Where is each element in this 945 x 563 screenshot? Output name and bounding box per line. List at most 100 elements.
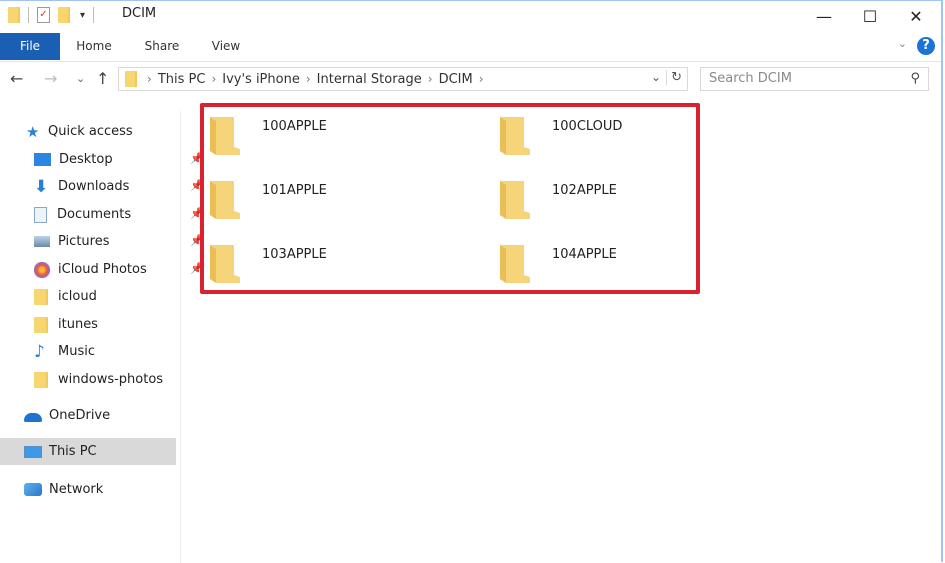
sidebar-item-icloud[interactable]: icloud [0, 283, 210, 310]
file-list: 100APPLE 100CLOUD 101APPLE 102APPLE 103A… [182, 97, 939, 562]
folder-icon [500, 117, 530, 155]
sidebar-item-label: Pictures [58, 234, 110, 249]
download-icon: ⬇ [34, 176, 49, 197]
folder-icon [8, 7, 20, 23]
properties-icon[interactable]: ✓ [37, 7, 50, 23]
navigation-pane: ★ Quick access Desktop 📌 ⬇ Downloads 📌 D… [0, 111, 204, 563]
forward-button[interactable]: → [44, 69, 57, 88]
sidebar-item-icloud-photos[interactable]: iCloud Photos 📌 [0, 256, 210, 283]
sidebar-item-label: This PC [49, 444, 97, 459]
search-icon[interactable]: ⚲ [910, 68, 920, 90]
folder-icon [210, 117, 240, 155]
sidebar-item-network[interactable]: Network [0, 476, 200, 503]
quick-access-toolbar: ✓ ▾ [8, 7, 102, 23]
ribbon: File Home Share View ⌄ ? [0, 33, 941, 62]
sidebar-item-label: Music [58, 344, 95, 359]
folder-item[interactable]: 103APPLE [210, 243, 480, 293]
documents-icon [34, 206, 47, 223]
sidebar-item-label: windows-photos [58, 372, 164, 387]
sidebar-item-itunes[interactable]: itunes [0, 311, 210, 338]
folder-icon [34, 371, 48, 388]
breadcrumb-iphone[interactable]: Ivy's iPhone [222, 72, 300, 87]
chevron-right-icon[interactable]: › [147, 72, 152, 86]
expand-ribbon-icon[interactable]: ⌄ [898, 37, 907, 50]
up-button[interactable]: ↑ [96, 69, 109, 88]
back-button[interactable]: ← [10, 69, 23, 88]
navigation-bar: ← → ⌄ ↑ › This PC › Ivy's iPhone › Inter… [0, 63, 941, 97]
chevron-right-icon[interactable]: › [428, 72, 433, 86]
new-folder-icon[interactable] [58, 7, 70, 23]
folder-item[interactable]: 100CLOUD [500, 115, 770, 165]
sidebar-item-label: itunes [58, 317, 98, 332]
folder-name: 101APPLE [262, 183, 327, 198]
this-pc-icon [24, 445, 42, 458]
folder-item[interactable]: 102APPLE [500, 179, 770, 229]
tab-home[interactable]: Home [68, 33, 120, 60]
sidebar-item-label: iCloud Photos [58, 262, 147, 277]
sidebar-item-label: Downloads [58, 179, 130, 194]
title-bar: ✓ ▾ DCIM — ☐ ✕ [0, 1, 941, 31]
tab-file[interactable]: File [0, 33, 60, 60]
sidebar-item-music[interactable]: ♪ Music [0, 338, 210, 365]
chevron-right-icon[interactable]: › [479, 72, 484, 86]
folder-icon [34, 316, 48, 333]
folder-name: 100CLOUD [552, 119, 623, 134]
sidebar-item-onedrive[interactable]: OneDrive [0, 402, 200, 429]
folder-item[interactable]: 104APPLE [500, 243, 770, 293]
separator [28, 7, 29, 23]
folder-name: 102APPLE [552, 183, 617, 198]
desktop-icon [34, 153, 51, 166]
tab-share[interactable]: Share [136, 33, 188, 60]
sidebar-item-desktop[interactable]: Desktop 📌 [0, 146, 210, 173]
network-icon [24, 483, 42, 496]
explorer-window: ✓ ▾ DCIM — ☐ ✕ File Home Share View ⌄ ? … [0, 0, 943, 563]
music-icon: ♪ [34, 341, 45, 362]
folder-name: 100APPLE [262, 119, 327, 134]
icloud-photos-icon [34, 261, 50, 278]
chevron-right-icon[interactable]: › [211, 72, 216, 86]
minimize-button[interactable]: — [801, 1, 847, 31]
folder-icon [125, 71, 137, 87]
customize-toolbar-icon[interactable]: ▾ [80, 10, 85, 21]
sidebar-item-pictures[interactable]: Pictures 📌 [0, 228, 210, 255]
sidebar-item-label: Documents [57, 207, 132, 222]
folder-item[interactable]: 100APPLE [210, 115, 480, 165]
sidebar-item-this-pc[interactable]: This PC [0, 438, 176, 465]
sidebar-item-downloads[interactable]: ⬇ Downloads 📌 [0, 173, 210, 200]
folder-icon [210, 181, 240, 219]
separator [93, 7, 95, 23]
window-title: DCIM [122, 6, 157, 21]
folder-icon [34, 288, 48, 305]
sidebar-item-label: icloud [58, 289, 97, 304]
recent-locations-button[interactable]: ⌄ [76, 72, 85, 85]
sidebar-item-label: Network [49, 482, 104, 497]
address-dropdown-icon[interactable]: ⌄ [651, 70, 661, 84]
onedrive-icon [24, 413, 42, 422]
sidebar-item-label: Quick access [48, 124, 133, 139]
tab-view[interactable]: View [202, 33, 250, 60]
maximize-button[interactable]: ☐ [847, 1, 893, 31]
folder-name: 104APPLE [552, 247, 617, 262]
sidebar-item-windows-photos[interactable]: windows-photos [0, 366, 210, 393]
search-placeholder: Search DCIM [709, 71, 792, 86]
folder-icon [500, 245, 530, 283]
breadcrumb-dcim[interactable]: DCIM [439, 72, 473, 87]
breadcrumb-this-pc[interactable]: This PC [158, 72, 206, 87]
address-bar[interactable]: › This PC › Ivy's iPhone › Internal Stor… [118, 67, 688, 91]
chevron-right-icon[interactable]: › [306, 72, 311, 86]
pictures-icon [34, 236, 50, 247]
folder-icon [500, 181, 530, 219]
refresh-icon[interactable]: ↻ [666, 70, 682, 85]
sidebar-item-label: OneDrive [49, 408, 111, 423]
sidebar-item-quick-access[interactable]: ★ Quick access [0, 118, 202, 145]
folder-icon [210, 245, 240, 283]
search-input[interactable]: Search DCIM ⚲ [700, 67, 929, 91]
star-icon: ★ [26, 122, 40, 141]
close-button[interactable]: ✕ [893, 1, 939, 31]
sidebar-item-label: Desktop [59, 152, 113, 167]
breadcrumb-internal-storage[interactable]: Internal Storage [317, 72, 422, 87]
sidebar-item-documents[interactable]: Documents 📌 [0, 201, 210, 228]
help-icon[interactable]: ? [917, 37, 935, 55]
folder-item[interactable]: 101APPLE [210, 179, 480, 229]
folder-name: 103APPLE [262, 247, 327, 262]
